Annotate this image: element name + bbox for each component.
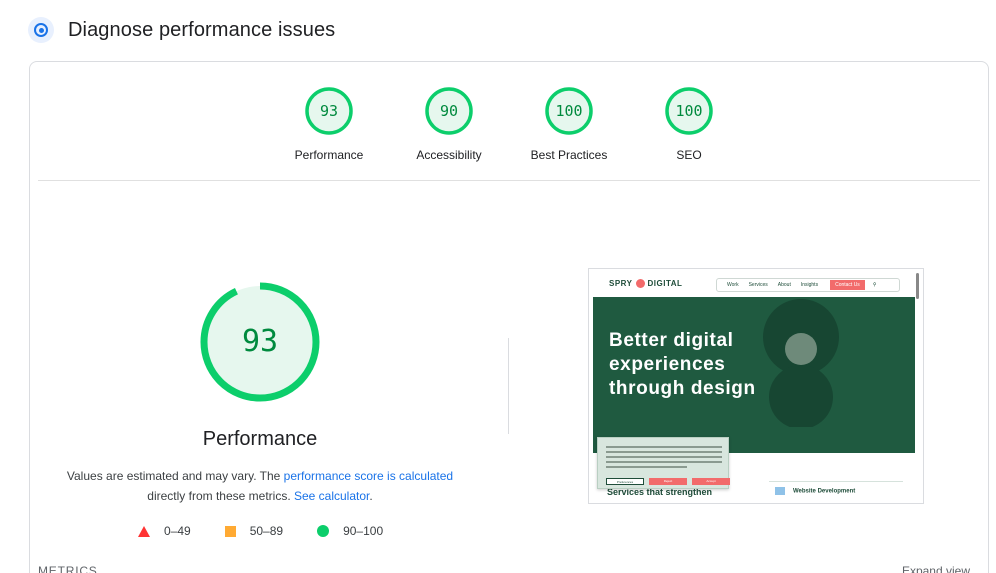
gauge-seo[interactable]: 100 SEO bbox=[629, 86, 749, 162]
logo-mark-icon bbox=[635, 279, 645, 288]
contact-button: Contact Us bbox=[830, 280, 865, 290]
nav-item: Insights bbox=[800, 282, 819, 288]
cookie-banner: Preferences Reject Accept bbox=[597, 437, 730, 489]
site-nav: Work Services About Insights Contact Us … bbox=[716, 278, 900, 292]
gauge-label: Performance bbox=[294, 148, 364, 162]
metrics-heading: METRICS bbox=[38, 564, 98, 573]
triangle-icon bbox=[138, 525, 150, 537]
hero-line: experiences bbox=[609, 354, 726, 375]
cookie-accept-button: Accept bbox=[692, 478, 730, 485]
gauge-score: 93 bbox=[319, 102, 339, 120]
logo-text: SPRY bbox=[609, 279, 633, 288]
section-title: Diagnose performance issues bbox=[68, 18, 336, 41]
score-note: Values are estimated and may vary. The p… bbox=[60, 466, 460, 506]
hero-line: Better digital bbox=[609, 330, 734, 351]
square-icon bbox=[224, 525, 236, 537]
site-navbar: SPRY DIGITAL Work Services About Insight… bbox=[589, 269, 923, 299]
legend-average: 50–89 bbox=[224, 524, 284, 538]
legend-range: 0–49 bbox=[164, 524, 191, 538]
score-calculated-link[interactable]: performance score is calculated bbox=[284, 469, 453, 483]
divider bbox=[769, 481, 903, 482]
divider bbox=[38, 180, 980, 181]
cookie-preferences-button: Preferences bbox=[606, 478, 644, 485]
gauge-score: 100 bbox=[555, 102, 583, 120]
score-legend: 0–49 50–89 90–100 bbox=[138, 524, 417, 538]
hero-heading: Better digital experiences through desig… bbox=[609, 329, 756, 401]
cookie-text bbox=[606, 446, 722, 471]
gauge-best-practices[interactable]: 100 Best Practices bbox=[509, 86, 629, 162]
hero-graphic bbox=[763, 299, 839, 427]
final-screenshot[interactable]: SPRY DIGITAL Work Services About Insight… bbox=[588, 268, 924, 504]
gauge-label: Accessibility bbox=[416, 148, 482, 162]
note-text: Values are estimated and may vary. The bbox=[66, 469, 284, 483]
hero-line: through design bbox=[609, 378, 756, 399]
performance-gauge: 93 bbox=[200, 282, 320, 402]
search-icon: ⚲ bbox=[872, 282, 877, 288]
nav-item: Work bbox=[727, 282, 739, 288]
logo-text: DIGITAL bbox=[647, 279, 683, 288]
gauge-accessibility[interactable]: 90 Accessibility bbox=[389, 86, 509, 162]
cookie-buttons: Preferences Reject Accept bbox=[606, 478, 735, 485]
gauge-performance[interactable]: 93 Performance bbox=[269, 86, 389, 162]
gauge-score: 100 bbox=[675, 102, 703, 120]
gauge-label: SEO bbox=[676, 148, 702, 162]
site-logo: SPRY DIGITAL bbox=[609, 279, 682, 288]
legend-fail: 0–49 bbox=[138, 524, 191, 538]
site-hero: Better digital experiences through desig… bbox=[593, 297, 915, 453]
note-text: . bbox=[369, 489, 373, 503]
service-label: Website Development bbox=[793, 488, 856, 495]
gauge-score: 90 bbox=[439, 102, 459, 120]
legend-pass: 90–100 bbox=[317, 524, 383, 538]
category-gauges: 93 Performance 90 Accessibility 100 Best… bbox=[30, 86, 988, 176]
section-header: Diagnose performance issues bbox=[28, 16, 335, 44]
performance-title: Performance bbox=[202, 428, 318, 450]
note-text: directly from these metrics. bbox=[147, 489, 294, 503]
legend-range: 50–89 bbox=[249, 524, 284, 538]
service-icon bbox=[775, 487, 785, 495]
service-item: Website Development bbox=[775, 487, 855, 495]
nav-item: Services bbox=[748, 282, 768, 288]
legend-range: 90–100 bbox=[343, 524, 384, 538]
circle-icon bbox=[317, 525, 330, 537]
performance-score: 93 bbox=[241, 324, 279, 359]
expand-view-toggle[interactable]: Expand view bbox=[902, 564, 970, 573]
report-card: 93 Performance 90 Accessibility 100 Best… bbox=[29, 61, 989, 573]
nav-item: About bbox=[777, 282, 791, 288]
vertical-divider bbox=[508, 338, 509, 434]
cookie-reject-button: Reject bbox=[649, 478, 687, 485]
gauge-label: Best Practices bbox=[530, 148, 608, 162]
lighthouse-icon bbox=[28, 17, 54, 43]
scrollbar bbox=[916, 273, 919, 299]
see-calculator-link[interactable]: See calculator bbox=[294, 489, 369, 503]
